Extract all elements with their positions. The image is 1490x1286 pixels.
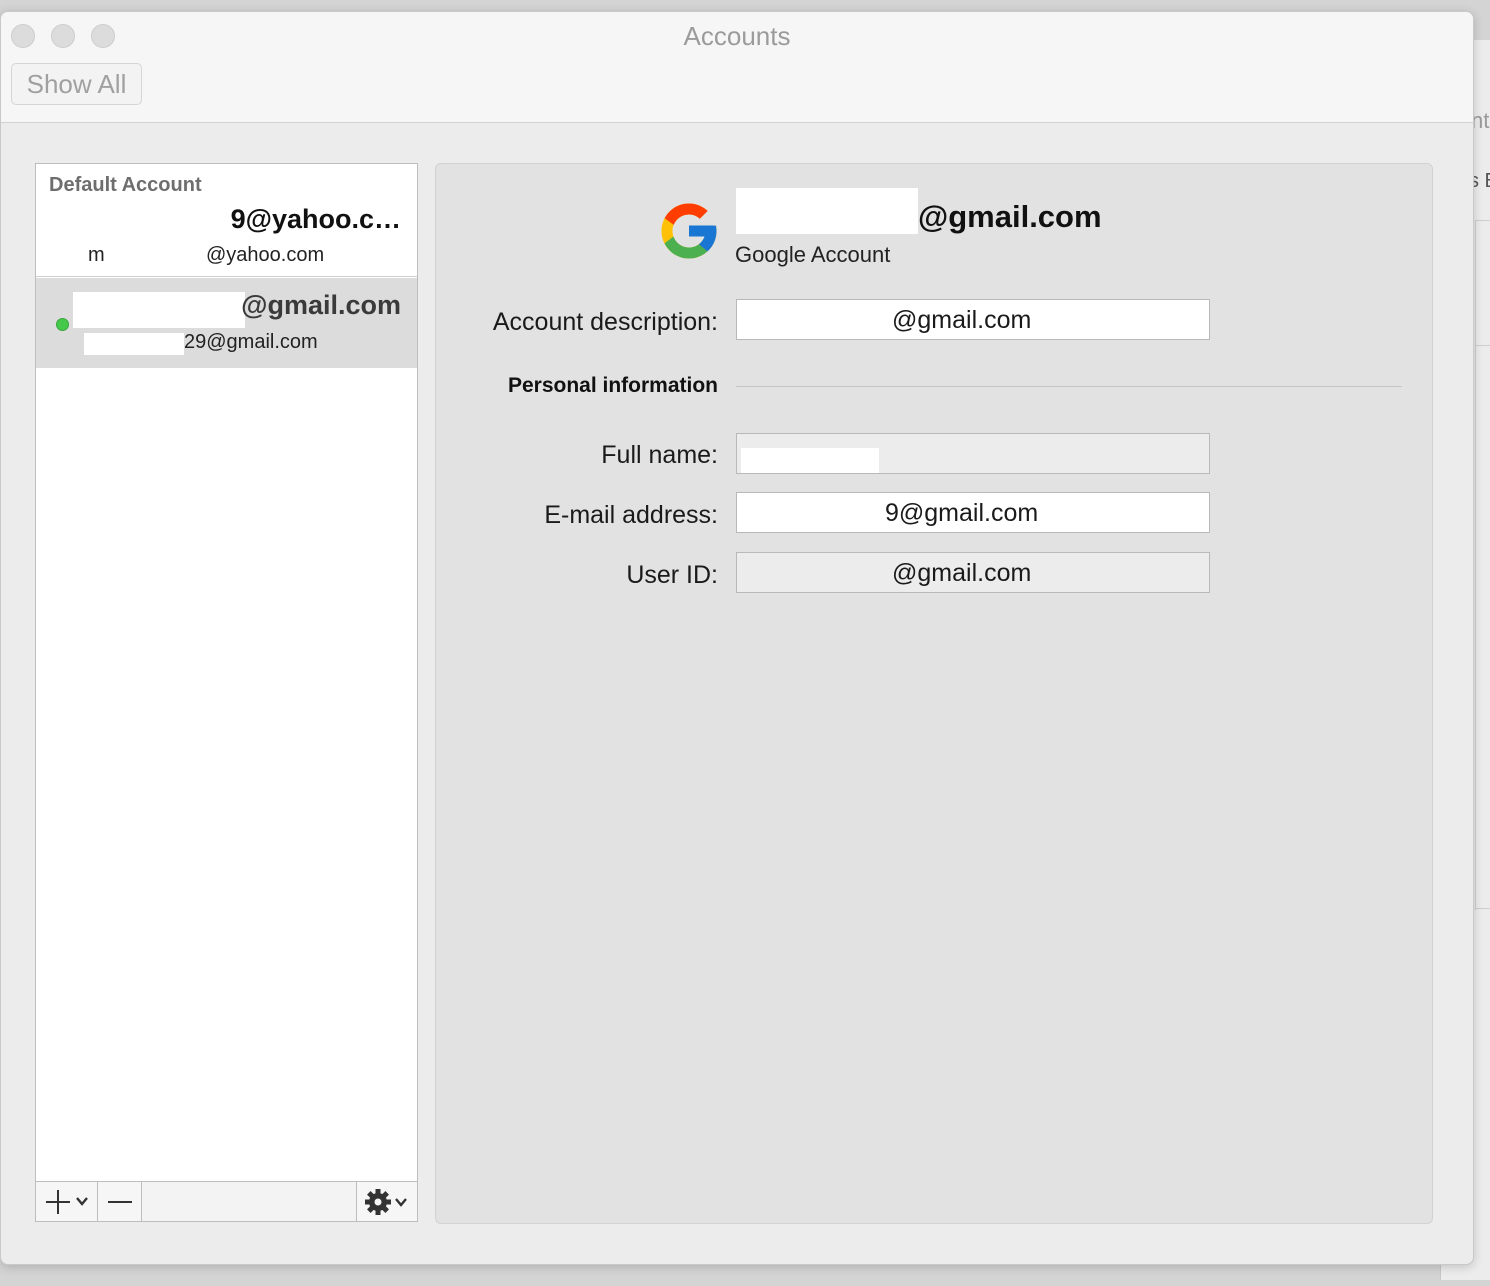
titlebar: Accounts Show All (1, 12, 1473, 123)
redaction (736, 188, 918, 234)
account-secondary-label: @yahoo.com (206, 244, 325, 266)
divider (1475, 345, 1490, 346)
google-logo-icon (661, 203, 717, 259)
redaction (741, 448, 879, 473)
divider (1475, 220, 1490, 221)
account-list-item-selected[interactable]: @gmail.com 29@gmail.com (36, 278, 417, 368)
account-description-field[interactable]: @gmail.com (736, 299, 1210, 340)
email-address-field[interactable]: 9@gmail.com (736, 492, 1210, 533)
full-name-label: Full name: (601, 441, 718, 469)
chevron-down-icon (75, 1196, 88, 1206)
account-list: Default Account 9@yahoo.c… m @yahoo.com … (35, 163, 418, 1222)
account-primary-label: 9@yahoo.c… (230, 204, 401, 234)
minus-icon (107, 1200, 132, 1203)
account-list-toolbar (36, 1181, 417, 1221)
window-title: Accounts (683, 21, 791, 51)
email-address-label: E-mail address: (544, 501, 718, 529)
accounts-window: Accounts Show All Default Account 9@yaho… (0, 11, 1474, 1265)
account-secondary-prefix: m (88, 244, 105, 266)
user-id-value: @gmail.com (892, 559, 1032, 587)
online-status-icon (56, 318, 69, 331)
plus-icon (45, 1189, 88, 1214)
remove-account-button[interactable] (98, 1182, 142, 1221)
user-id-field[interactable]: @gmail.com (736, 552, 1210, 593)
show-all-button[interactable]: Show All (11, 63, 142, 105)
user-id-label: User ID: (626, 561, 718, 589)
account-list-item[interactable]: Default Account 9@yahoo.c… m @yahoo.com (36, 164, 417, 277)
redaction (73, 292, 245, 328)
account-secondary-label: 29@gmail.com (184, 331, 318, 353)
account-header-email: @gmail.com (918, 199, 1102, 234)
personal-information-heading: Personal information (507, 374, 718, 397)
gear-icon (365, 1188, 407, 1215)
add-account-button[interactable] (36, 1182, 98, 1221)
full-name-field[interactable] (736, 433, 1210, 474)
account-primary-label: @gmail.com (241, 290, 401, 320)
account-type-label: Google Account (735, 242, 891, 267)
account-description-value: @gmail.com (892, 306, 1032, 334)
email-address-value: 9@gmail.com (885, 499, 1039, 527)
redaction (84, 333, 184, 355)
account-description-label: Account description: (492, 308, 718, 336)
account-detail-panel: @gmail.com Google Account Account descri… (435, 163, 1433, 1224)
default-account-header: Default Account (49, 174, 202, 196)
divider (1475, 220, 1476, 910)
section-divider (736, 386, 1402, 387)
account-actions-button[interactable] (356, 1182, 417, 1221)
divider (1475, 908, 1490, 909)
